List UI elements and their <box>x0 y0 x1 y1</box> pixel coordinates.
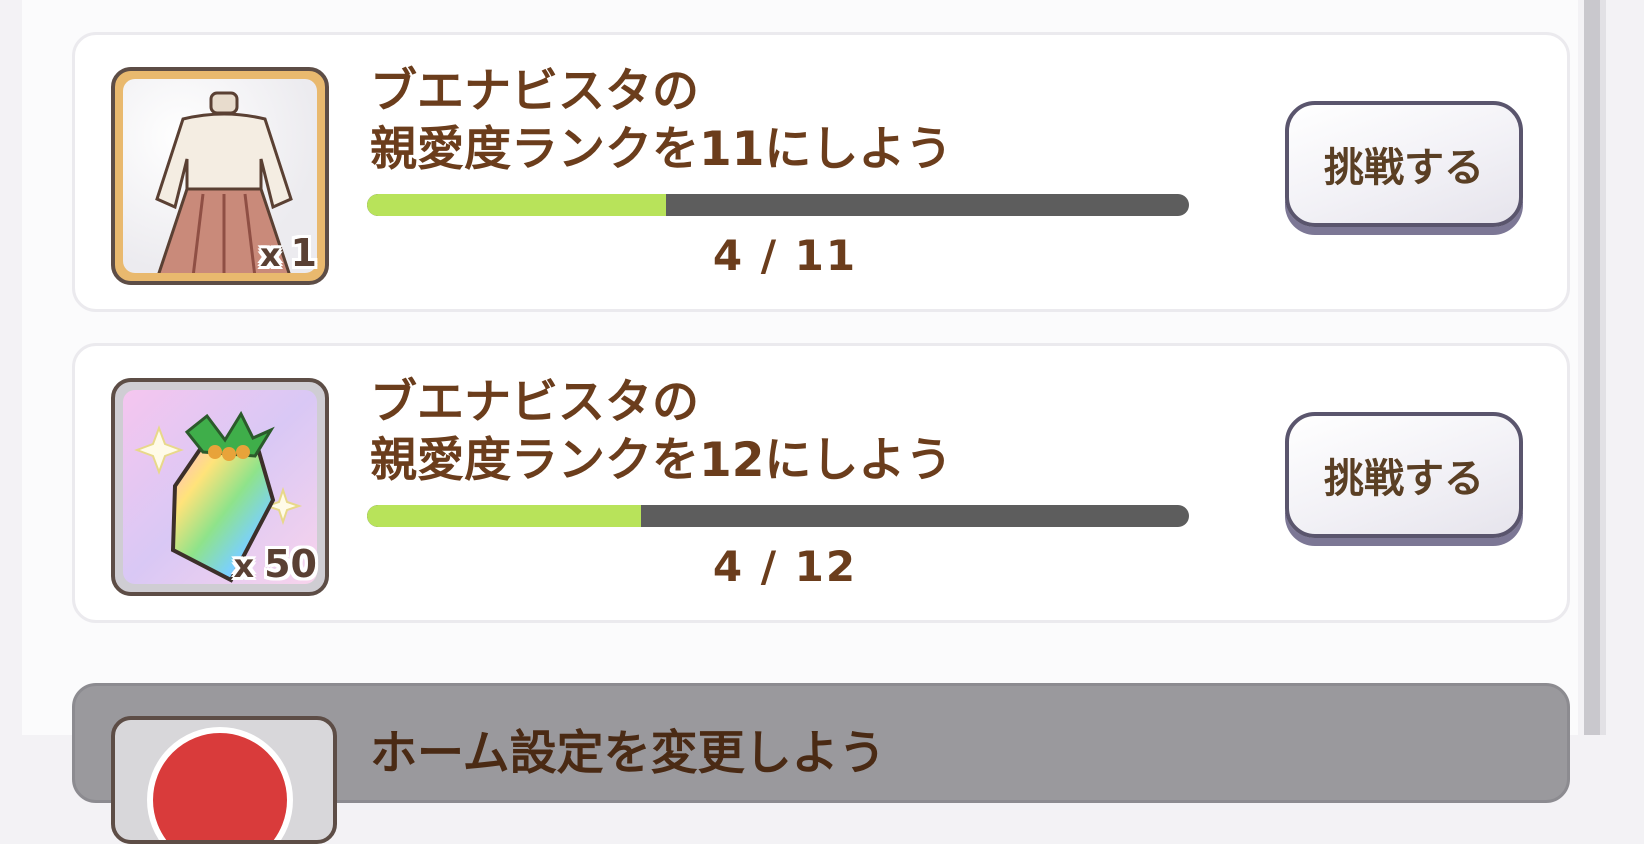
reward-badge-icon <box>147 727 293 840</box>
challenge-button[interactable]: 挑戦する <box>1285 412 1523 538</box>
reward-quantity: x 50 <box>233 542 317 586</box>
progress-bar <box>367 194 1189 216</box>
mission-card-completed: ホーム設定を変更しよう <box>72 683 1570 844</box>
scrollbar-edge <box>1600 0 1606 735</box>
progress-bar <box>367 505 1189 527</box>
challenge-button[interactable]: 挑戦する <box>1285 101 1523 227</box>
mission-title-line1: ブエナビスタの <box>370 64 699 119</box>
mission-title: ブエナビスタの 親愛度ランクを11にしよう <box>370 63 1210 179</box>
reward-item[interactable]: x 50 <box>111 378 329 596</box>
mission-title: ホーム設定を変更しよう <box>370 726 886 781</box>
mission-title-line2: 親愛度ランクを11にしよう <box>370 122 953 177</box>
mission-card: x 50 ブエナビスタの 親愛度ランクを12にしよう 4 / 12 挑戦する <box>72 343 1570 623</box>
progress-bar-fill <box>367 505 641 527</box>
progress-count: 4 / 12 <box>712 542 858 591</box>
reward-item <box>111 716 337 844</box>
scrollbar[interactable] <box>1584 0 1600 735</box>
mission-title-line2: 親愛度ランクを12にしよう <box>370 433 953 488</box>
mission-card: x1 ブエナビスタの 親愛度ランクを11にしよう 4 / 11 挑戦する <box>72 32 1570 312</box>
progress-bar-fill <box>367 194 667 216</box>
progress-count: 4 / 11 <box>712 231 858 280</box>
reward-quantity: x1 <box>259 231 317 275</box>
reward-item[interactable]: x1 <box>111 67 329 285</box>
mission-title-line1: ブエナビスタの <box>370 375 699 430</box>
mission-title: ブエナビスタの 親愛度ランクを12にしよう <box>370 374 1210 490</box>
